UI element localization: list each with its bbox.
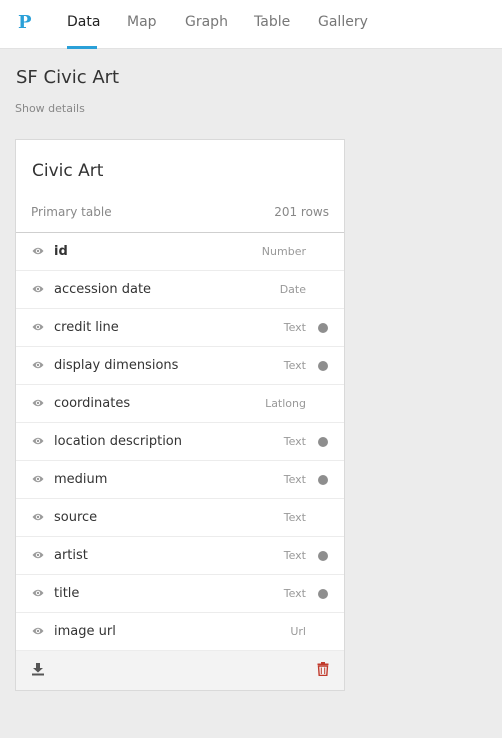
tab-data[interactable]: Data [67, 13, 100, 31]
field-row[interactable]: artist Text [16, 537, 344, 575]
field-row[interactable]: id Number [16, 233, 344, 271]
field-type: Number [261, 245, 306, 258]
status-dot-icon [318, 475, 328, 485]
tab-graph[interactable]: Graph [185, 13, 228, 31]
field-type: Text [283, 549, 306, 562]
eye-icon[interactable] [32, 246, 44, 256]
field-type: Url [290, 625, 306, 638]
eye-icon[interactable] [32, 436, 44, 446]
field-type: Text [283, 321, 306, 334]
field-row[interactable]: accession date Date [16, 271, 344, 309]
tab-map[interactable]: Map [127, 13, 157, 31]
card-footer [16, 651, 344, 690]
field-name: coordinates [54, 396, 131, 411]
status-dot-icon [318, 361, 328, 371]
field-list: id Number accession date Date credit line Tex… [16, 232, 344, 651]
field-name: artist [54, 548, 88, 563]
app-logo[interactable]: P [18, 13, 32, 33]
field-row[interactable]: display dimensions Text [16, 347, 344, 385]
table-card: Civic Art Primary table 201 rows id Numbe… [15, 139, 345, 691]
eye-icon[interactable] [32, 626, 44, 636]
eye-icon[interactable] [32, 588, 44, 598]
field-type: Text [283, 587, 306, 600]
eye-icon[interactable] [32, 550, 44, 560]
field-name: medium [54, 472, 108, 487]
page-title: SF Civic Art [16, 67, 120, 88]
eye-icon[interactable] [32, 512, 44, 522]
field-row[interactable]: title Text [16, 575, 344, 613]
field-type: Text [283, 511, 306, 524]
field-name: accession date [54, 282, 152, 297]
status-dot-icon [318, 437, 328, 447]
field-name: credit line [54, 320, 119, 335]
field-row[interactable]: source Text [16, 499, 344, 537]
field-type: Date [279, 283, 306, 296]
tab-gallery[interactable]: Gallery [318, 13, 368, 31]
field-name: source [54, 510, 98, 525]
field-type: Text [283, 359, 306, 372]
status-dot-icon [318, 323, 328, 333]
eye-icon[interactable] [32, 284, 44, 294]
field-name: location description [54, 434, 182, 449]
eye-icon[interactable] [32, 360, 44, 370]
trash-icon[interactable] [317, 662, 329, 676]
row-count: 201 rows [274, 205, 329, 219]
status-dot-icon [318, 551, 328, 561]
table-kind-label: Primary table [31, 205, 112, 219]
active-tab-indicator [67, 46, 97, 49]
eye-icon[interactable] [32, 474, 44, 484]
download-icon[interactable] [31, 662, 45, 676]
show-details-link[interactable]: Show details [15, 102, 85, 116]
field-row[interactable]: coordinates Latlong [16, 385, 344, 423]
field-row[interactable]: image url Url [16, 613, 344, 651]
field-type: Text [283, 435, 306, 448]
field-name: display dimensions [54, 358, 179, 373]
table-title: Civic Art [32, 161, 104, 181]
field-row[interactable]: medium Text [16, 461, 344, 499]
field-name: id [54, 244, 68, 259]
eye-icon[interactable] [32, 322, 44, 332]
field-name: image url [54, 624, 116, 639]
field-name: title [54, 586, 80, 601]
field-row[interactable]: credit line Text [16, 309, 344, 347]
tab-table[interactable]: Table [254, 13, 290, 31]
eye-icon[interactable] [32, 398, 44, 408]
field-row[interactable]: location description Text [16, 423, 344, 461]
field-type: Latlong [265, 397, 306, 410]
status-dot-icon [318, 589, 328, 599]
field-type: Text [283, 473, 306, 486]
top-navigation-bar: P Data Map Graph Table Gallery [0, 0, 502, 49]
